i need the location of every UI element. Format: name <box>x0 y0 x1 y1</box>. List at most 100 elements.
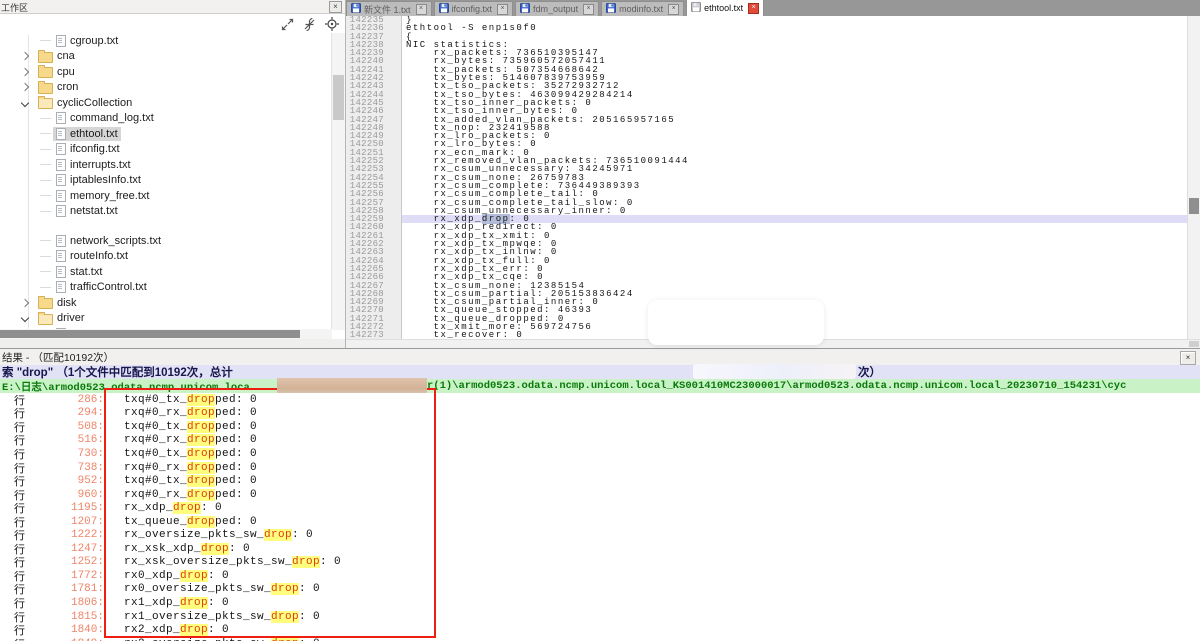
collapse-all-icon[interactable] <box>302 17 317 32</box>
tree-item-label: interrupts.txt <box>70 159 131 171</box>
tree-connector <box>40 256 51 257</box>
file-icon <box>56 250 66 262</box>
chevron-right-icon[interactable] <box>21 299 29 307</box>
tab-close-icon[interactable]: × <box>668 4 679 15</box>
tree-connector <box>40 180 51 181</box>
tree-item-label: routeInfo.txt <box>70 250 128 262</box>
save-icon <box>520 3 530 15</box>
result-line-number: 516: <box>28 434 104 446</box>
tree-connector <box>40 40 51 41</box>
tree-item-cyclicCollection[interactable]: cyclicCollection <box>0 95 332 111</box>
tree-item-label: iptablesInfo.txt <box>70 174 141 186</box>
tab-label: modinfo.txt <box>619 4 663 14</box>
result-line-number: 1781: <box>28 583 104 595</box>
file-icon <box>56 235 66 247</box>
expand-all-icon[interactable] <box>280 17 295 32</box>
tree-item-trafficControl.txt[interactable]: trafficControl.txt <box>0 280 332 296</box>
tree-item-label: network_scripts.txt <box>70 235 161 247</box>
tree-item-label: ifconfig.txt <box>70 143 120 155</box>
chevron-right-icon[interactable] <box>21 68 29 76</box>
file-icon <box>56 266 66 278</box>
result-line-number: 1840: <box>28 624 104 636</box>
tree-item-netstat.txt[interactable]: netstat.txt <box>0 204 332 220</box>
tree-item-ifconfig.txt[interactable]: ifconfig.txt <box>0 142 332 158</box>
workspace-title: 工作区 <box>1 1 28 14</box>
result-line-number: 738: <box>28 462 104 474</box>
editor-vertical-scrollbar-thumb[interactable] <box>1189 198 1199 214</box>
tab-label: ethtool.txt <box>704 3 743 13</box>
result-line-number: 1849: <box>28 638 104 641</box>
tree-vertical-scrollbar-thumb[interactable] <box>333 75 344 120</box>
result-line-number: 1195: <box>28 502 104 514</box>
results-summary-text: 索 "drop" （1个文件中匹配到10192次，总计 <box>2 364 233 380</box>
tree-item-label: cgroup.txt <box>70 35 118 47</box>
tree-item-iptablesInfo.txt[interactable]: iptablesInfo.txt <box>0 173 332 189</box>
tab-close-icon[interactable]: × <box>748 3 759 14</box>
tree-item-cgroup.txt[interactable]: cgroup.txt <box>0 33 332 49</box>
tree-connector <box>40 133 51 134</box>
result-row-label: 行 <box>14 636 28 641</box>
editor-code[interactable]: 142235}142236ethtool -S enp1s0f0142237{1… <box>346 16 1188 340</box>
file-icon <box>56 159 66 171</box>
tab-ethtool.txt[interactable]: ethtool.txt × <box>686 0 764 16</box>
tree-item-network_scripts.txt[interactable]: network_scripts.txt <box>0 233 332 249</box>
tree-item-cna[interactable]: cna <box>0 49 332 65</box>
tree-item-disk[interactable]: disk <box>0 295 332 311</box>
tab-close-icon[interactable]: × <box>497 4 508 15</box>
tab-close-icon[interactable]: × <box>416 4 427 15</box>
result-match-text: rx2_oversize_pkts_sw_drop: 0 <box>124 638 320 641</box>
code-line-142236[interactable]: 142236ethtool -S enp1s0f0 <box>346 24 1188 32</box>
workspace-header: 工作区 × <box>0 0 345 14</box>
folder-icon <box>38 67 53 78</box>
result-line-number: 1222: <box>28 529 104 541</box>
tree-item-label: trafficControl.txt <box>70 281 147 293</box>
tab-fdm_output[interactable]: fdm_output× <box>515 1 599 16</box>
result-line-number: 1772: <box>28 570 104 582</box>
chevron-down-icon[interactable] <box>21 99 29 107</box>
tab-modinfo.txt[interactable]: modinfo.txt × <box>601 1 684 16</box>
tree-item-cron[interactable]: cron <box>0 80 332 96</box>
file-icon <box>56 174 66 186</box>
file-icon <box>56 205 66 217</box>
tree-item-cpu[interactable]: cpu <box>0 64 332 80</box>
result-line-number: 1806: <box>28 597 104 609</box>
redaction-blob-path <box>277 378 427 393</box>
annotation-red-box <box>104 388 436 638</box>
tree-item-interrupts.txt[interactable]: interrupts.txt <box>0 157 332 173</box>
chevron-right-icon[interactable] <box>21 83 29 91</box>
tree-vertical-scrollbar[interactable] <box>331 33 345 330</box>
locate-file-icon[interactable] <box>324 17 339 32</box>
tree-item-memory_free.txt[interactable]: memory_free.txt <box>0 188 332 204</box>
chevron-down-icon[interactable] <box>21 314 29 322</box>
tree-horizontal-scrollbar-thumb[interactable] <box>0 330 300 338</box>
tree-item-routeInfo.txt[interactable]: routeInfo.txt <box>0 249 332 265</box>
editor-vertical-scrollbar[interactable] <box>1187 16 1200 340</box>
tab-label: 新文件 1.txt <box>364 3 411 16</box>
tab-label: ifconfig.txt <box>452 4 493 14</box>
folder-icon <box>38 314 53 325</box>
tree-connector <box>40 195 51 196</box>
tree-horizontal-scrollbar[interactable] <box>0 329 332 339</box>
tab-新文件 1.txt[interactable]: 新文件 1.txt × <box>346 1 432 16</box>
results-close-icon[interactable]: × <box>1180 351 1196 365</box>
tab-close-icon[interactable]: × <box>583 4 594 15</box>
tab-ifconfig.txt[interactable]: ifconfig.txt × <box>434 1 514 16</box>
tree-item-label: disk <box>57 297 77 309</box>
result-line-number: 508: <box>28 421 104 433</box>
tree-item-stat.txt[interactable]: stat.txt <box>0 264 332 280</box>
result-line-number: 1815: <box>28 611 104 623</box>
redaction-blob-summary <box>693 364 856 379</box>
tree-item-driver[interactable]: driver <box>0 311 332 327</box>
results-summary-suffix: 次） <box>858 364 881 380</box>
app-window: 工作区 × cgroup.txt cnacpucroncyclicCollecti… <box>0 0 1200 640</box>
tree-item-label: netstat.txt <box>70 205 118 217</box>
tree-item-ethtool.txt[interactable]: ethtool.txt <box>0 126 332 142</box>
workspace-close-icon[interactable]: × <box>329 1 342 13</box>
chevron-right-icon[interactable] <box>21 52 29 60</box>
results-header-title: 结果 - （匹配10192次） <box>2 350 114 365</box>
search-results-panel: 结果 - （匹配10192次） × 索 "drop" （1个文件中匹配到1019… <box>0 348 1200 641</box>
tree-item-command_log.txt[interactable]: command_log.txt <box>0 111 332 127</box>
result-line-number: 1207: <box>28 516 104 528</box>
file-icon <box>56 190 66 202</box>
tree-item-label: memory_free.txt <box>70 190 149 202</box>
